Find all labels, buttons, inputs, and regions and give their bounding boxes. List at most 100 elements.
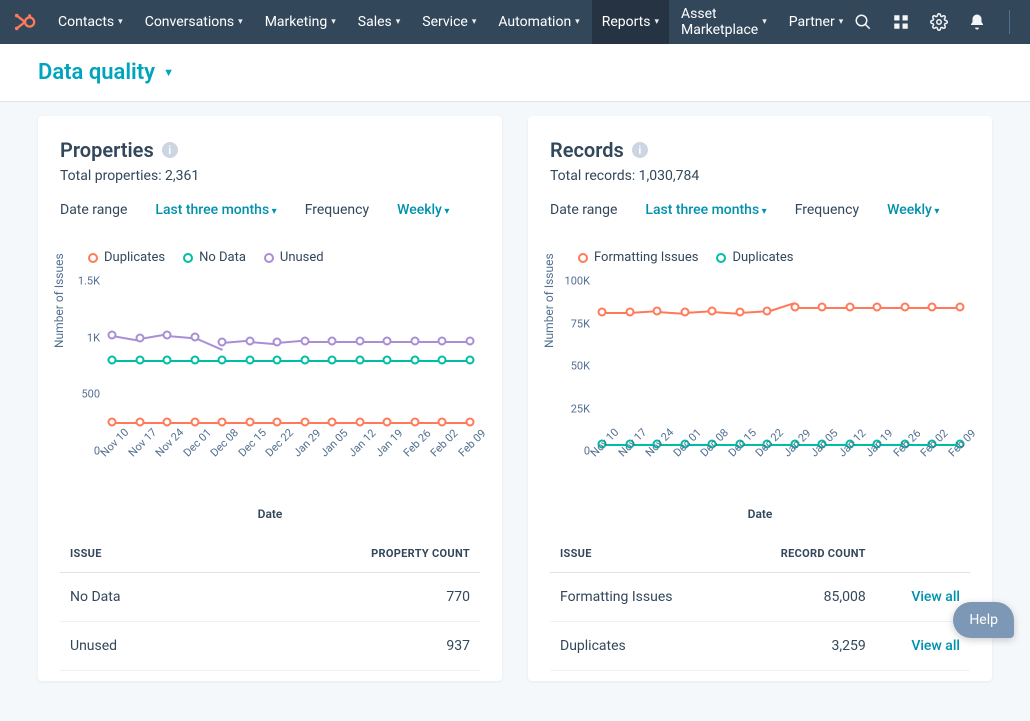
- page-title: Data quality: [38, 60, 155, 85]
- legend: Formatting Issues Duplicates: [578, 250, 970, 265]
- legend-label: Duplicates: [732, 250, 793, 265]
- marketplace-icon[interactable]: [891, 12, 911, 32]
- y-tick: 75K: [550, 317, 590, 330]
- legend: Duplicates No Data Unused: [88, 250, 480, 265]
- hubspot-logo-icon[interactable]: [14, 8, 36, 36]
- top-nav-right: ▾: [853, 8, 1030, 36]
- gear-icon[interactable]: [929, 12, 949, 32]
- y-tick: 25K: [550, 402, 590, 415]
- y-tick: 1K: [60, 331, 100, 344]
- chart-area: Number of Issues025K50K75K100KNov 10Nov …: [550, 281, 970, 451]
- nav-label: Sales: [358, 14, 392, 30]
- issues-table: ISSUEPROPERTY COUNTNo Data770Unused937: [60, 535, 480, 671]
- table-row: Unused937: [60, 622, 480, 671]
- x-axis-label: Date: [550, 507, 970, 521]
- y-tick: 0: [550, 445, 590, 458]
- count-cell: 770: [216, 573, 480, 622]
- date-range-dropdown[interactable]: Last three months: [645, 202, 766, 218]
- y-tick: 0: [60, 445, 100, 458]
- nav-item-reports[interactable]: Reports▾: [592, 0, 669, 44]
- nav-label: Service: [422, 14, 468, 30]
- nav-label: Reports: [602, 14, 651, 30]
- frequency-dropdown[interactable]: Weekly: [397, 202, 449, 218]
- nav-item-conversations[interactable]: Conversations ▾: [135, 0, 253, 44]
- nav-label: Conversations: [145, 14, 234, 30]
- chevron-down-icon: ▾: [472, 17, 477, 27]
- nav-item-contacts[interactable]: Contacts▾: [48, 0, 133, 44]
- chevron-down-icon: ▼: [163, 66, 174, 79]
- info-icon[interactable]: i: [632, 142, 648, 158]
- nav-label: Asset Marketplace: [681, 6, 758, 38]
- nav-item-sales[interactable]: Sales ▾: [348, 0, 411, 44]
- legend-label: Unused: [280, 250, 324, 265]
- nav-item-marketing[interactable]: Marketing▾: [255, 0, 346, 44]
- chevron-down-icon: ▾: [839, 17, 844, 27]
- card-title: Properties: [60, 138, 154, 162]
- nav-item-automation[interactable]: Automation ▾: [488, 0, 589, 44]
- legend-item[interactable]: Duplicates: [716, 250, 793, 265]
- legend-swatch-icon: [183, 253, 193, 263]
- nav-item-service[interactable]: Service ▾: [412, 0, 486, 44]
- top-nav: Contacts▾Conversations▾Marketing▾Sales▾S…: [0, 0, 1030, 44]
- page-body: Properties i Total properties: 2,361 Date r…: [0, 102, 1030, 721]
- date-range-label: Date range: [550, 202, 617, 218]
- issues-table: ISSUERECORD COUNTFormatting Issues85,008…: [550, 535, 970, 671]
- legend-swatch-icon: [716, 253, 726, 263]
- x-axis-label: Date: [60, 507, 480, 521]
- chevron-down-icon: ▾: [396, 17, 401, 27]
- chevron-down-icon: ▾: [575, 17, 580, 27]
- nav-label: Automation: [498, 14, 571, 30]
- issue-cell: Duplicates: [550, 622, 732, 671]
- table-row: Duplicates3,259View all: [550, 622, 970, 671]
- col-count: RECORD COUNT: [732, 535, 876, 573]
- chart: Formatting IssuesDuplicatesNumber of Iss…: [550, 250, 970, 521]
- legend-swatch-icon: [264, 253, 274, 263]
- frequency-dropdown[interactable]: Weekly: [887, 202, 939, 218]
- nav-item-asset-marketplace[interactable]: Asset Marketplace ▾: [671, 0, 777, 44]
- date-range-dropdown[interactable]: Last three months: [155, 202, 276, 218]
- nav-label: Partner: [789, 14, 835, 30]
- total-count: Total records: 1,030,784: [550, 168, 970, 184]
- count-cell: 3,259: [732, 622, 876, 671]
- legend-item[interactable]: Duplicates: [88, 250, 165, 265]
- frequency-label: Frequency: [305, 202, 369, 218]
- legend-item[interactable]: No Data: [183, 250, 246, 265]
- records-card: RecordsiTotal records: 1,030,784Date ran…: [528, 116, 992, 681]
- chevron-down-icon: ▾: [762, 17, 767, 27]
- issue-cell: Formatting Issues: [550, 573, 732, 622]
- legend-label: Duplicates: [104, 250, 165, 265]
- col-issue: ISSUE: [550, 535, 732, 573]
- page-title-dropdown[interactable]: Data quality ▼: [38, 60, 992, 85]
- legend-label: No Data: [199, 250, 246, 265]
- y-tick: 500: [60, 388, 100, 401]
- info-icon[interactable]: i: [162, 142, 178, 158]
- chevron-down-icon: ▾: [118, 17, 123, 27]
- y-tick: 50K: [550, 360, 590, 373]
- table-row: Formatting Issues85,008View all: [550, 573, 970, 622]
- filters: Date range Last three monthsFrequency We…: [550, 202, 970, 218]
- chevron-down-icon: ▾: [331, 17, 336, 27]
- count-cell: 85,008: [732, 573, 876, 622]
- total-count: Total properties: 2,361: [60, 168, 480, 184]
- chart-area: Number of Issues05001K1.5KNov 10Nov 17No…: [60, 281, 480, 451]
- legend-swatch-icon: [88, 253, 98, 263]
- legend-label: Formatting Issues: [594, 250, 698, 265]
- filters: Date range Last three months Frequency We…: [60, 202, 480, 218]
- subheader: Data quality ▼: [0, 44, 1030, 102]
- help-button[interactable]: Help: [953, 602, 1014, 638]
- issue-cell: No Data: [60, 573, 216, 622]
- chart: DuplicatesNo DataUnusedNumber of Issues0…: [60, 250, 480, 521]
- chevron-down-icon: ▾: [238, 17, 243, 27]
- legend-swatch-icon: [578, 253, 588, 263]
- bell-icon[interactable]: [967, 12, 987, 32]
- date-range-label: Date range: [60, 202, 127, 218]
- table-row: No Data770: [60, 573, 480, 622]
- separator: [1009, 10, 1010, 34]
- y-tick: 100K: [550, 275, 590, 288]
- legend-item[interactable]: Formatting Issues: [578, 250, 698, 265]
- nav-item-partner[interactable]: Partner ▾: [779, 0, 853, 44]
- help-label: Help: [969, 612, 998, 628]
- legend-item[interactable]: Unused: [264, 250, 324, 265]
- issue-cell: Unused: [60, 622, 216, 671]
- search-icon[interactable]: [853, 12, 873, 32]
